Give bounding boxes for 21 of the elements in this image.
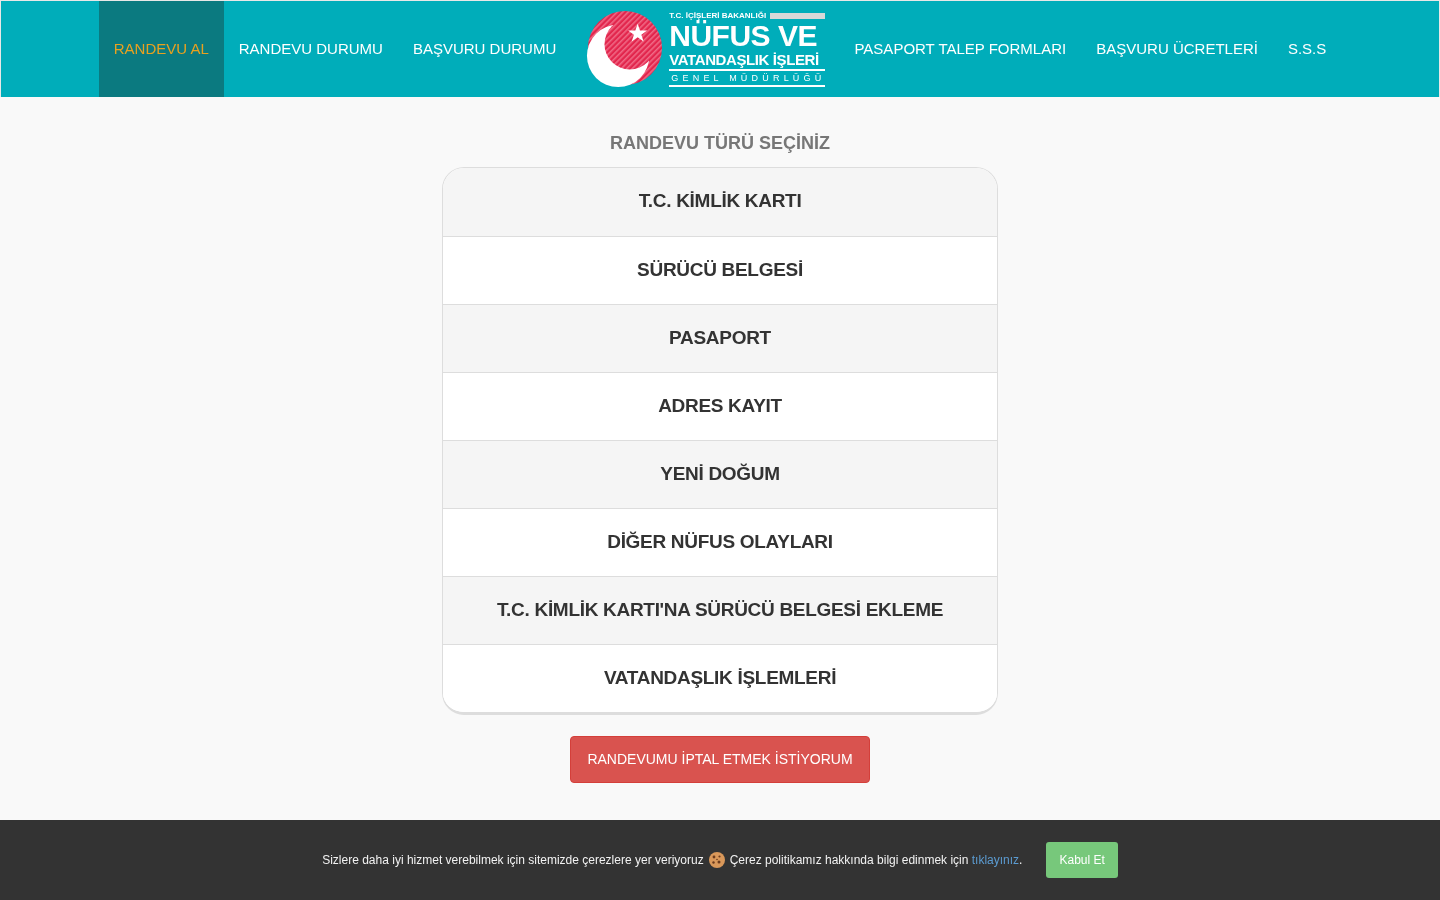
appointment-type-option[interactable]: VATANDAŞLIK İŞLEMLERİ (443, 643, 997, 712)
section-heading: RANDEVU TÜRÜ SEÇİNİZ (610, 133, 830, 155)
nav-link[interactable]: PASAPORT TALEP FORMLARI (839, 1, 1082, 97)
logo-ministry-text: T.C. İÇİŞLERİ BAKANLIĞI (669, 11, 767, 20)
cancel-appointment-button[interactable]: RANDEVUMU İPTAL ETMEK İSTİYORUM (570, 735, 870, 783)
nav-link[interactable]: S.S.S (1272, 1, 1342, 97)
cookie-notice-text: Sizlere daha iyi hizmet verebilmek için sitemizde çerezlere yer veriyoruz (322, 852, 704, 869)
logo-subtitle-text: VATANDAŞLIK İŞLERİ (669, 51, 820, 67)
nav-link[interactable]: RANDEVU DURUMU (223, 1, 398, 97)
logo-title-text: NÜFUS VE (669, 20, 818, 51)
nav-link[interactable]: BAŞVURU ÜCRETLERİ (1081, 1, 1273, 97)
appointment-type-option[interactable]: PASAPORT (443, 303, 997, 372)
appointment-type-option[interactable]: YENİ DOĞUM (443, 439, 997, 508)
appointment-type-option[interactable]: T.C. KİMLİK KARTI'NA SÜRÜCÜ BELGESİ EKLEME (443, 575, 997, 644)
cookie-policy-text: Çerez politikamız hakkında bilgi edinmek için tıklayınız. (729, 852, 1023, 869)
nav-link[interactable]: RANDEVU AL (98, 1, 224, 97)
crescent-star-logo-icon (585, 10, 664, 88)
logo-directorate-text: GENEL MÜDÜRLÜĞÜ (669, 68, 826, 87)
cookie-icon (708, 852, 725, 868)
appointment-type-option[interactable]: T.C. KİMLİK KARTI (443, 167, 997, 236)
nav-link[interactable]: BAŞVURU DURUMU (397, 1, 572, 97)
